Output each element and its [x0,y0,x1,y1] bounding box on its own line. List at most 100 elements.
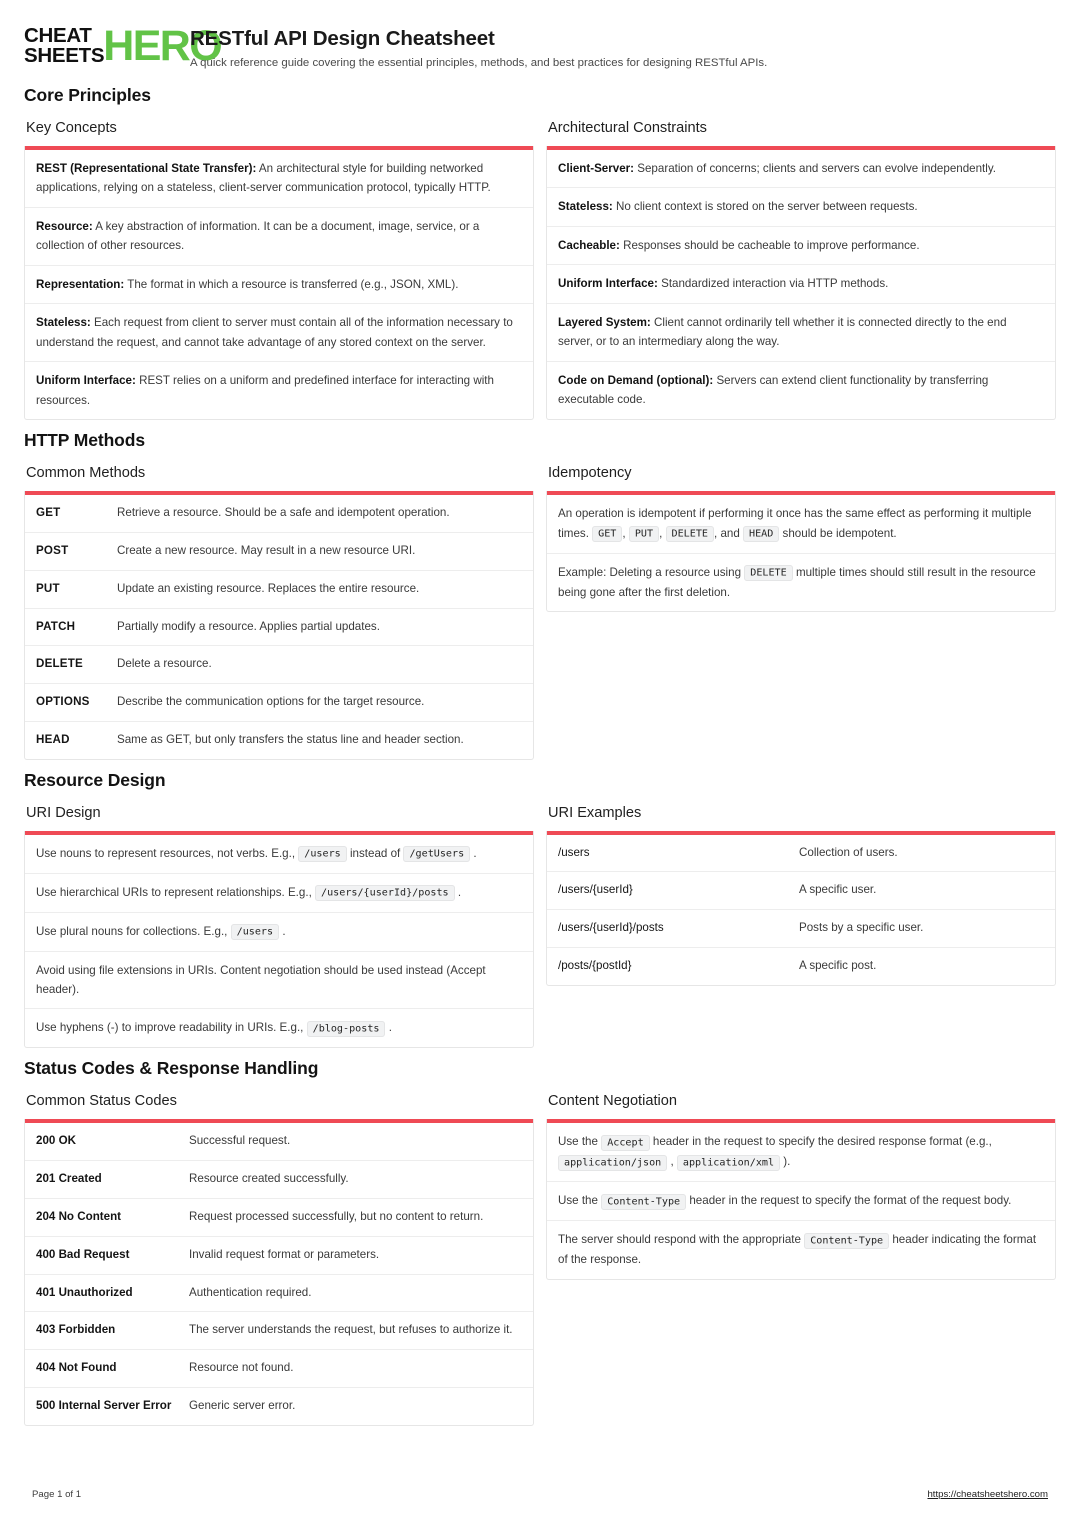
row-description: Retrieve a resource. Should be a safe an… [117,506,450,520]
table-row: 401 Unauthorized Authentication required. [25,1273,533,1312]
table-row: POST Create a new resource. May result in… [25,532,533,570]
item-term: Code on Demand (optional): [558,373,714,387]
row-description: Posts by a specific user. [799,921,924,935]
page-title: RESTful API Design Cheatsheet [190,27,495,50]
row-key: GET [36,506,61,520]
header-text-block: RESTful API Design Cheatsheet A quick re… [190,24,767,69]
cheatsheet-page: CHEAT SHEETS HERO RESTful API Design Che… [0,0,1080,1526]
list-item: Cacheable: Responses should be cacheable… [547,225,1055,264]
list-item: Uniform Interface: Standardized interact… [547,264,1055,302]
list-item: Layered System: Client cannot ordinarily… [547,302,1055,361]
page-number: Page 1 of 1 [32,1489,82,1500]
code-chip: /users [230,924,280,941]
row-key: PATCH [36,619,76,633]
row-description: A specific user. [799,883,877,897]
table-row: 404 Not Found Resource not found. [25,1349,533,1387]
row-description: Create a new resource. May result in a n… [117,544,416,557]
row-description: A specific post. [799,959,877,973]
row-description: Generic server error. [189,1398,296,1412]
row-key: /users [558,845,590,859]
column-content-negotiation: Content Negotiation Use the Accept heade… [546,1093,1056,1280]
column-key-concepts: Key Concepts REST (Representational Stat… [24,120,534,421]
item-term: Representation: [36,277,125,291]
code-chip: /getUsers [403,846,471,863]
code-chip: DELETE [744,565,793,582]
list-item: Client-Server: Separation of concerns; c… [558,162,997,175]
section-heading-status-codes: Status Codes & Response Handling [24,1058,319,1079]
panel-content-negotiation: Use the Accept header in the request to … [546,1119,1056,1280]
card-title-common-status-codes: Common Status Codes [26,1093,177,1110]
row-description: Describe the communication options for t… [117,695,425,709]
page-header: CHEAT SHEETS HERO RESTful API Design Che… [24,24,1056,69]
http-methods-columns: Common Methods GET Retrieve a resource. S… [24,465,1056,760]
row-description: Authentication required. [189,1285,312,1299]
row-key: /users/{userId}/posts [558,921,664,935]
row-key: HEAD [36,732,70,746]
logo-line-2: SHEETS [24,44,105,68]
row-description: The server understands the request, but … [189,1323,513,1337]
section-heading-resource-design: Resource Design [24,769,166,790]
list-item: Representation: The format in which a re… [25,264,533,303]
table-row: /users/{userId} A specific user. [547,871,1055,909]
logo-line-1: CHEAT [24,24,92,47]
item-term: Uniform Interface: [558,277,658,291]
row-description: Invalid request format or parameters. [189,1247,380,1261]
table-row: 204 No Content Request processed successf… [25,1198,533,1236]
row-description: Request processed successfully, but no c… [189,1210,484,1223]
row-key: 201 Created [36,1172,102,1186]
page-subtitle: A quick reference guide covering the ess… [190,57,768,69]
cheatsheetshero-logo: CHEAT SHEETS HERO [24,24,223,68]
card-title-key-concepts: Key Concepts [26,120,117,136]
code-chip: Content-Type [601,1193,687,1210]
status-codes-columns: Common Status Codes 200 OK Successful req… [24,1093,1056,1426]
code-chip: Content-Type [804,1232,890,1249]
code-chip: /users/{userId}/posts [315,885,455,902]
row-key: 500 Internal Server Error [36,1398,172,1412]
item-term: Uniform Interface: [36,374,136,388]
row-description: Resource created successfully. [189,1172,349,1186]
row-description: Same as GET, but only transfers the stat… [117,732,464,746]
code-chip: application/json [558,1154,668,1171]
row-description: Collection of users. [799,845,898,859]
code-chip: DELETE [665,526,714,543]
column-idempotency: Idempotency An operation is idempotent i… [546,465,1056,613]
panel-uri-design: Use nouns to represent resources, not ve… [24,830,534,1049]
card-title-common-methods: Common Methods [26,465,146,482]
table-row: /users/{userId}/posts Posts by a specific… [547,909,1055,947]
list-item: Use hyphens (-) to improve readability i… [25,1008,533,1047]
resource-design-columns: URI Design Use nouns to represent resour… [24,805,1056,1049]
column-architectural-constraints: Architectural Constraints Client-Server:… [546,120,1056,420]
panel-key-concepts: REST (Representational State Transfer): … [24,146,534,421]
list-item: Use plural nouns for collections. E.g., … [25,911,533,951]
table-row: /users Collection of users. [547,835,1055,872]
card-title-uri-examples: URI Examples [548,804,642,821]
list-item: Stateless: Each request from client to s… [25,303,533,361]
item-term: Stateless: [558,200,613,214]
list-item: REST (Representational State Transfer): … [36,162,491,195]
row-key: POST [36,544,69,557]
row-key: PUT [36,581,60,595]
item-term: Resource: [36,219,93,233]
code-chip: GET [592,526,623,543]
list-item: Example: Deleting a resource using DELET… [547,552,1055,611]
code-chip: /users [298,846,347,863]
table-row: OPTIONS Describe the communication option… [25,683,533,721]
site-url-link[interactable]: https://cheatsheetshero.com [927,1489,1048,1500]
panel-uri-examples: /users Collection of users. /users/{userId… [546,830,1056,986]
page-footer: Page 1 of 1 https://cheatsheetshero.com [32,1489,1048,1500]
table-row: 400 Bad Request Invalid request format or… [25,1235,533,1274]
row-key: 403 Forbidden [36,1323,116,1337]
logo-wordmark-left: CHEAT SHEETS [24,24,105,68]
item-term: Cacheable: [558,238,620,252]
row-key: /posts/{postId} [558,959,632,973]
row-key: OPTIONS [36,695,90,709]
table-row: 200 OK Successful request. [25,1123,533,1160]
table-row: 403 Forbidden The server understands the … [25,1311,533,1349]
table-row: PUT Update an existing resource. Replaces… [25,569,533,608]
row-key: 400 Bad Request [36,1247,130,1261]
row-description: Successful request. [189,1134,291,1148]
row-key: 200 OK [36,1134,76,1148]
column-common-methods: Common Methods GET Retrieve a resource. S… [24,465,534,760]
list-item: Use hierarchical URIs to represent relat… [25,872,533,912]
row-key: DELETE [36,657,83,671]
